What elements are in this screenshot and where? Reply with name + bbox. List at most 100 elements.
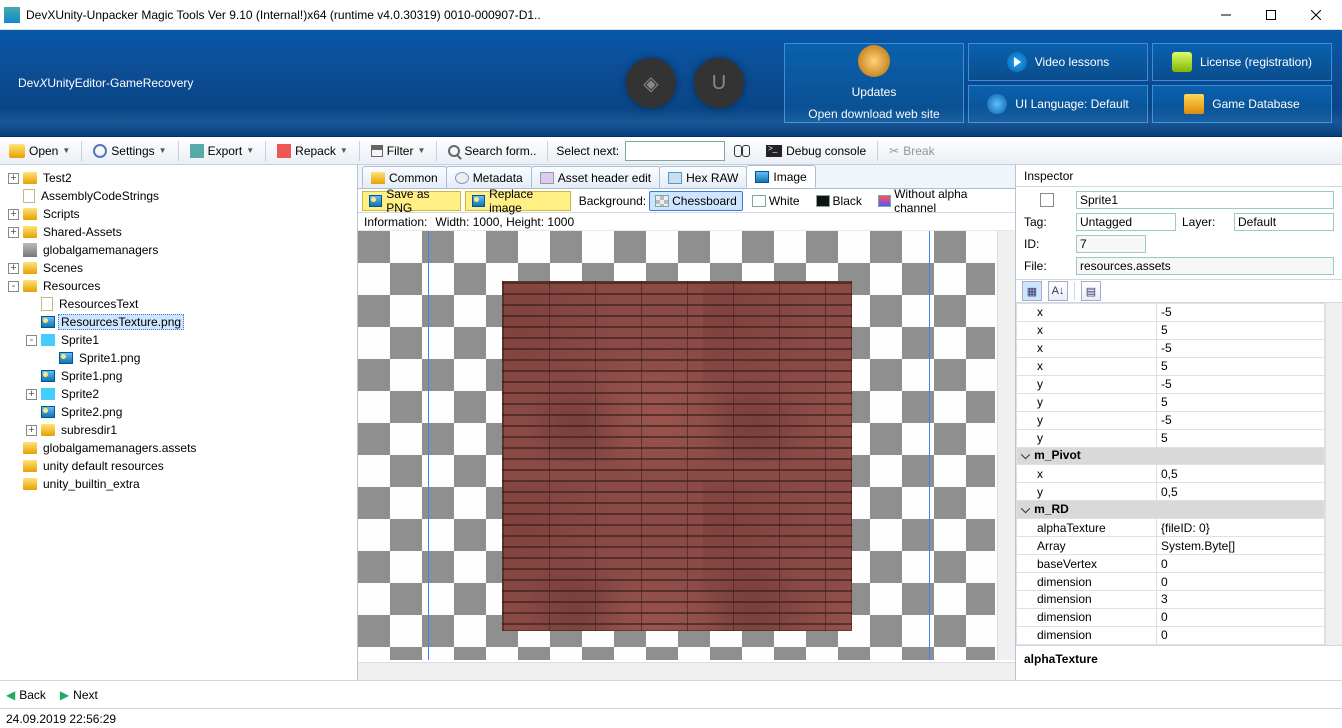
- tree-node[interactable]: +subresdir1: [6, 421, 357, 439]
- license-button[interactable]: License (registration): [1152, 43, 1332, 81]
- property-category[interactable]: ⌵m_RD: [1017, 501, 1325, 519]
- horizontal-scrollbar[interactable]: [358, 662, 1015, 680]
- tree-node[interactable]: unity default resources: [6, 457, 357, 475]
- tree-node[interactable]: +Scripts: [6, 205, 357, 223]
- video-lessons-button[interactable]: Video lessons: [968, 43, 1148, 81]
- tree-node[interactable]: Sprite1.png: [6, 349, 357, 367]
- property-row[interactable]: dimension0: [1017, 626, 1325, 644]
- property-row[interactable]: dimension0: [1017, 608, 1325, 626]
- property-row[interactable]: x0,5: [1017, 465, 1325, 483]
- property-row[interactable]: x5: [1017, 357, 1325, 375]
- property-row[interactable]: alphaTexture{fileID: 0}: [1017, 519, 1325, 537]
- categorized-button[interactable]: ▦: [1022, 281, 1042, 301]
- property-row[interactable]: dimension3: [1017, 591, 1325, 609]
- alphabetical-button[interactable]: A↓: [1048, 281, 1068, 301]
- tree-node[interactable]: +Test2: [6, 169, 357, 187]
- expand-toggle[interactable]: +: [8, 263, 19, 274]
- property-row[interactable]: y5: [1017, 429, 1325, 447]
- language-button[interactable]: UI Language: Default: [968, 85, 1148, 123]
- back-button[interactable]: ◀Back: [6, 688, 46, 702]
- scissors-icon: ✂: [889, 144, 899, 158]
- bg-noalpha-button[interactable]: Without alpha channel: [872, 191, 1011, 211]
- app-logo: DevXUnityEditor-GameRecovery: [18, 76, 193, 90]
- filter-button[interactable]: Filter▼: [364, 139, 433, 163]
- object-enabled-checkbox[interactable]: [1040, 193, 1054, 207]
- main-toolbar: Open▼ Settings▼ Export▼ Repack▼ Filter▼ …: [0, 137, 1342, 165]
- export-button[interactable]: Export▼: [183, 139, 262, 163]
- debug-console-button[interactable]: Debug console: [759, 139, 873, 163]
- property-category[interactable]: ⌵m_Pivot: [1017, 447, 1325, 465]
- property-row[interactable]: x-5: [1017, 304, 1325, 322]
- property-row[interactable]: baseVertex0: [1017, 555, 1325, 573]
- tree-node[interactable]: ResourcesTexture.png: [6, 313, 357, 331]
- maximize-button[interactable]: [1248, 1, 1293, 29]
- tree-node[interactable]: globalgamemanagers.assets: [6, 439, 357, 457]
- expand-toggle[interactable]: -: [26, 335, 37, 346]
- property-row[interactable]: x5: [1017, 321, 1325, 339]
- f-icon: [23, 262, 37, 274]
- bg-black-button[interactable]: Black: [810, 191, 868, 211]
- image-viewport[interactable]: [358, 231, 1015, 680]
- updates-button[interactable]: UpdatesOpen download web site: [784, 43, 964, 123]
- vertical-scrollbar[interactable]: [997, 231, 1015, 660]
- tab-hex[interactable]: Hex RAW: [659, 166, 747, 188]
- close-button[interactable]: [1293, 1, 1338, 29]
- break-button[interactable]: ✂Break: [882, 139, 941, 163]
- object-name-input[interactable]: [1076, 191, 1334, 209]
- expand-toggle[interactable]: +: [8, 227, 19, 238]
- database-icon: [1184, 94, 1204, 114]
- tab-asset-header[interactable]: Asset header edit: [531, 166, 660, 188]
- property-row[interactable]: y5: [1017, 393, 1325, 411]
- tag-input[interactable]: [1076, 213, 1176, 231]
- property-pages-button[interactable]: ▤: [1081, 281, 1101, 301]
- expand-toggle[interactable]: +: [8, 209, 19, 220]
- tab-common[interactable]: Common: [362, 166, 447, 188]
- property-row[interactable]: y-5: [1017, 375, 1325, 393]
- property-row[interactable]: dimension0: [1017, 573, 1325, 591]
- asset-tree[interactable]: +Test2AssemblyCodeStrings+Scripts+Shared…: [0, 165, 357, 680]
- tree-node[interactable]: -Resources: [6, 277, 357, 295]
- repack-button[interactable]: Repack▼: [270, 139, 355, 163]
- tree-node[interactable]: unity_builtin_extra: [6, 475, 357, 493]
- property-row[interactable]: y-5: [1017, 411, 1325, 429]
- tree-node[interactable]: +Sprite2: [6, 385, 357, 403]
- minimize-button[interactable]: [1203, 1, 1248, 29]
- expand-toggle[interactable]: +: [26, 389, 37, 400]
- replace-image-button[interactable]: Replace image: [465, 191, 571, 211]
- layer-input[interactable]: [1234, 213, 1334, 231]
- settings-button[interactable]: Settings▼: [86, 139, 173, 163]
- expand-toggle[interactable]: +: [26, 425, 37, 436]
- expand-toggle[interactable]: -: [8, 281, 19, 292]
- property-row[interactable]: x-5: [1017, 339, 1325, 357]
- bg-white-button[interactable]: White: [746, 191, 806, 211]
- property-grid[interactable]: x-5x5x-5x5y-5y5y-5y5⌵m_Pivotx0,5y0,5⌵m_R…: [1016, 303, 1342, 645]
- tree-node[interactable]: +Shared-Assets: [6, 223, 357, 241]
- cube-icon: [23, 243, 37, 257]
- find-button[interactable]: [727, 139, 757, 163]
- open-button[interactable]: Open▼: [2, 139, 77, 163]
- expand-toggle: [8, 461, 19, 472]
- save-png-button[interactable]: Save as PNG: [362, 191, 461, 211]
- tree-node[interactable]: - Sprite1: [6, 331, 357, 349]
- property-row[interactable]: ArraySystem.Byte[]: [1017, 537, 1325, 555]
- tree-node[interactable]: ResourcesText: [6, 295, 357, 313]
- gear-icon: [93, 144, 107, 158]
- tree-node[interactable]: AssemblyCodeStrings: [6, 187, 357, 205]
- bg-chessboard-button[interactable]: Chessboard: [649, 191, 743, 211]
- game-database-button[interactable]: Game Database: [1152, 85, 1332, 123]
- search-form-button[interactable]: Search form..: [441, 139, 543, 163]
- tree-node[interactable]: Sprite1.png: [6, 367, 357, 385]
- property-row[interactable]: y0,5: [1017, 483, 1325, 501]
- select-next-input[interactable]: [625, 141, 725, 161]
- tab-metadata[interactable]: Metadata: [446, 166, 532, 188]
- tree-node[interactable]: +Scenes: [6, 259, 357, 277]
- tree-node[interactable]: globalgamemanagers: [6, 241, 357, 259]
- tab-image[interactable]: Image: [746, 165, 815, 188]
- tree-node-label: Sprite1: [59, 333, 101, 347]
- app-header: DevXUnityEditor-GameRecovery ◈ U Video l…: [0, 30, 1342, 137]
- next-button[interactable]: ▶Next: [60, 688, 98, 702]
- propgrid-scrollbar[interactable]: [1325, 303, 1342, 645]
- tag-label: Tag:: [1024, 215, 1070, 229]
- expand-toggle[interactable]: +: [8, 173, 19, 184]
- tree-node[interactable]: Sprite2.png: [6, 403, 357, 421]
